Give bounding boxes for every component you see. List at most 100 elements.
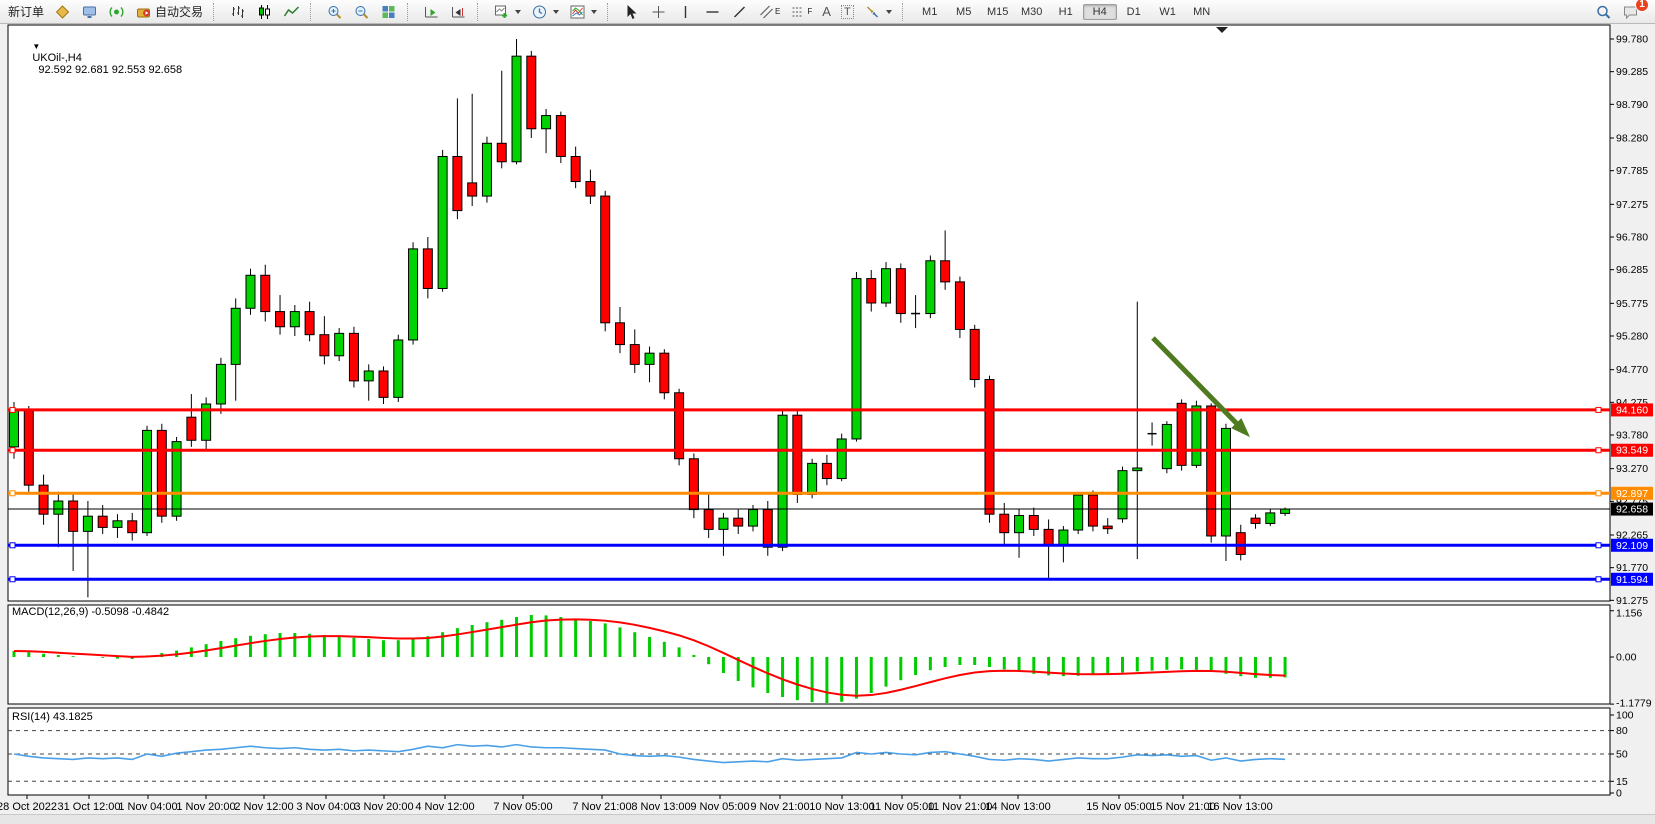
gold-icon xyxy=(54,4,71,20)
vertical-line-tool-button[interactable] xyxy=(672,1,699,23)
svg-text:28 Oct 2022: 28 Oct 2022 xyxy=(0,801,57,813)
trade-group: 新订单 自动交易 xyxy=(0,1,211,23)
svg-text:93.549: 93.549 xyxy=(1616,445,1648,457)
dropdown-caret[interactable] xyxy=(553,10,559,14)
line-handle[interactable] xyxy=(1596,491,1601,496)
fibonacci-glyph: F xyxy=(807,7,812,16)
line-handle[interactable] xyxy=(1596,407,1601,412)
svg-text:8 Nov 13:00: 8 Nov 13:00 xyxy=(631,801,690,813)
svg-text:99.780: 99.780 xyxy=(1616,34,1648,46)
svg-text:31 Oct 12:00: 31 Oct 12:00 xyxy=(58,801,121,813)
autotrade-label: 自动交易 xyxy=(155,3,203,20)
tile-windows-button[interactable] xyxy=(375,1,402,23)
chart-shift-button[interactable] xyxy=(445,1,472,23)
time-axis: 28 Oct 202231 Oct 12:001 Nov 04:001 Nov … xyxy=(0,795,1273,813)
tf-button-M30[interactable]: M30 xyxy=(1015,4,1049,20)
crosshair-icon xyxy=(650,4,667,20)
cursor-tool-button[interactable] xyxy=(618,1,645,23)
svg-text:7 Nov 21:00: 7 Nov 21:00 xyxy=(572,801,631,813)
svg-text:0.00: 0.00 xyxy=(1616,652,1637,664)
svg-text:9 Nov 21:00: 9 Nov 21:00 xyxy=(750,801,809,813)
svg-text:92.658: 92.658 xyxy=(1616,504,1648,516)
horizontal-line-tool-button[interactable] xyxy=(699,1,726,23)
terminal-button[interactable] xyxy=(76,1,103,23)
label-tool-icon: T xyxy=(841,5,854,19)
auto-scroll-button[interactable] xyxy=(418,1,445,23)
autotrade-icon xyxy=(135,4,152,20)
line-handle[interactable] xyxy=(10,448,15,453)
svg-text:97.785: 97.785 xyxy=(1616,165,1648,177)
line-handle[interactable] xyxy=(1596,448,1601,453)
tf-button-W1[interactable]: W1 xyxy=(1151,4,1185,20)
bar-chart-button[interactable] xyxy=(224,1,251,23)
text-tool-button[interactable]: A xyxy=(817,1,836,23)
new-order-button[interactable]: 新订单 xyxy=(3,1,49,23)
signal-icon xyxy=(108,4,125,20)
new-chart-button[interactable] xyxy=(488,1,526,23)
line-handle[interactable] xyxy=(10,577,15,582)
price-badge: 93.549 xyxy=(1611,444,1653,457)
chart-title: ▼ UKOil-,H4 92.592 92.681 92.553 92.658 xyxy=(14,28,182,88)
line-handle[interactable] xyxy=(1596,543,1601,548)
svg-text:9 Nov 05:00: 9 Nov 05:00 xyxy=(690,801,749,813)
main-toolbar: 新订单 自动交易 xyxy=(0,0,1655,24)
svg-text:96.285: 96.285 xyxy=(1616,264,1648,276)
line-handle[interactable] xyxy=(10,407,15,412)
notifications-button[interactable]: 1 xyxy=(1617,1,1644,23)
line-handle[interactable] xyxy=(10,491,15,496)
svg-text:92.109: 92.109 xyxy=(1616,540,1648,552)
tf-button-H4[interactable]: H4 xyxy=(1083,4,1117,20)
tf-button-H1[interactable]: H1 xyxy=(1049,4,1083,20)
svg-text:15 Nov 05:00: 15 Nov 05:00 xyxy=(1086,801,1151,813)
tf-button-M5[interactable]: M5 xyxy=(947,4,981,20)
right-toolbar-group: 1 xyxy=(1587,1,1655,23)
tf-button-M15[interactable]: M15 xyxy=(981,4,1015,20)
tf-button-D1[interactable]: D1 xyxy=(1117,4,1151,20)
channel-tool-button[interactable]: E xyxy=(753,1,785,23)
horizontal-line-icon xyxy=(704,4,721,20)
dropdown-caret[interactable] xyxy=(515,10,521,14)
svg-text:7 Nov 05:00: 7 Nov 05:00 xyxy=(493,801,552,813)
clock-icon xyxy=(531,4,548,20)
status-bar xyxy=(0,814,1655,824)
signal-button[interactable] xyxy=(103,1,130,23)
trendline-tool-button[interactable] xyxy=(726,1,753,23)
autotrade-button[interactable]: 自动交易 xyxy=(130,1,208,23)
zoom-in-button[interactable] xyxy=(321,1,348,23)
svg-text:2 Nov 12:00: 2 Nov 12:00 xyxy=(234,801,293,813)
auto-scroll-icon xyxy=(423,4,440,20)
fibonacci-tool-button[interactable]: F xyxy=(785,1,817,23)
search-button[interactable] xyxy=(1590,1,1617,23)
svg-text:91.770: 91.770 xyxy=(1616,562,1648,574)
periodicity-button[interactable] xyxy=(526,1,564,23)
chart-window[interactable]: 99.78099.28598.79098.28097.78597.27596.7… xyxy=(0,24,1655,824)
svg-text:92.897: 92.897 xyxy=(1616,488,1648,500)
line-chart-button[interactable] xyxy=(278,1,305,23)
svg-text:80: 80 xyxy=(1616,725,1628,737)
gold-button[interactable] xyxy=(49,1,76,23)
dropdown-caret[interactable] xyxy=(591,10,597,14)
collapse-triangle-icon[interactable]: ▼ xyxy=(32,42,40,51)
price-badge: 91.594 xyxy=(1611,573,1653,586)
line-handle[interactable] xyxy=(1596,577,1601,582)
zoom-out-button[interactable] xyxy=(348,1,375,23)
chart-canvas[interactable]: 99.78099.28598.79098.28097.78597.27596.7… xyxy=(0,24,1655,824)
drawing-tools-group: E F A T xyxy=(615,1,900,23)
line-handle[interactable] xyxy=(10,543,15,548)
dropdown-caret[interactable] xyxy=(886,10,892,14)
svg-text:15 Nov 21:00: 15 Nov 21:00 xyxy=(1150,801,1215,813)
crosshair-tool-button[interactable] xyxy=(645,1,672,23)
svg-text:1 Nov 20:00: 1 Nov 20:00 xyxy=(176,801,235,813)
price-badge: 92.897 xyxy=(1611,487,1653,500)
svg-text:10 Nov 13:00: 10 Nov 13:00 xyxy=(809,801,874,813)
tf-button-M1[interactable]: M1 xyxy=(913,4,947,20)
equidistant-channel-icon xyxy=(758,4,775,20)
indicators-button[interactable] xyxy=(564,1,602,23)
toolbar-separator xyxy=(310,3,316,21)
candlestick-button[interactable] xyxy=(251,1,278,23)
shapes-tool-button[interactable] xyxy=(859,1,897,23)
svg-text:98.280: 98.280 xyxy=(1616,133,1648,145)
svg-text:96.780: 96.780 xyxy=(1616,232,1648,244)
tf-button-MN[interactable]: MN xyxy=(1185,4,1219,20)
label-tool-button[interactable]: T xyxy=(836,1,859,23)
